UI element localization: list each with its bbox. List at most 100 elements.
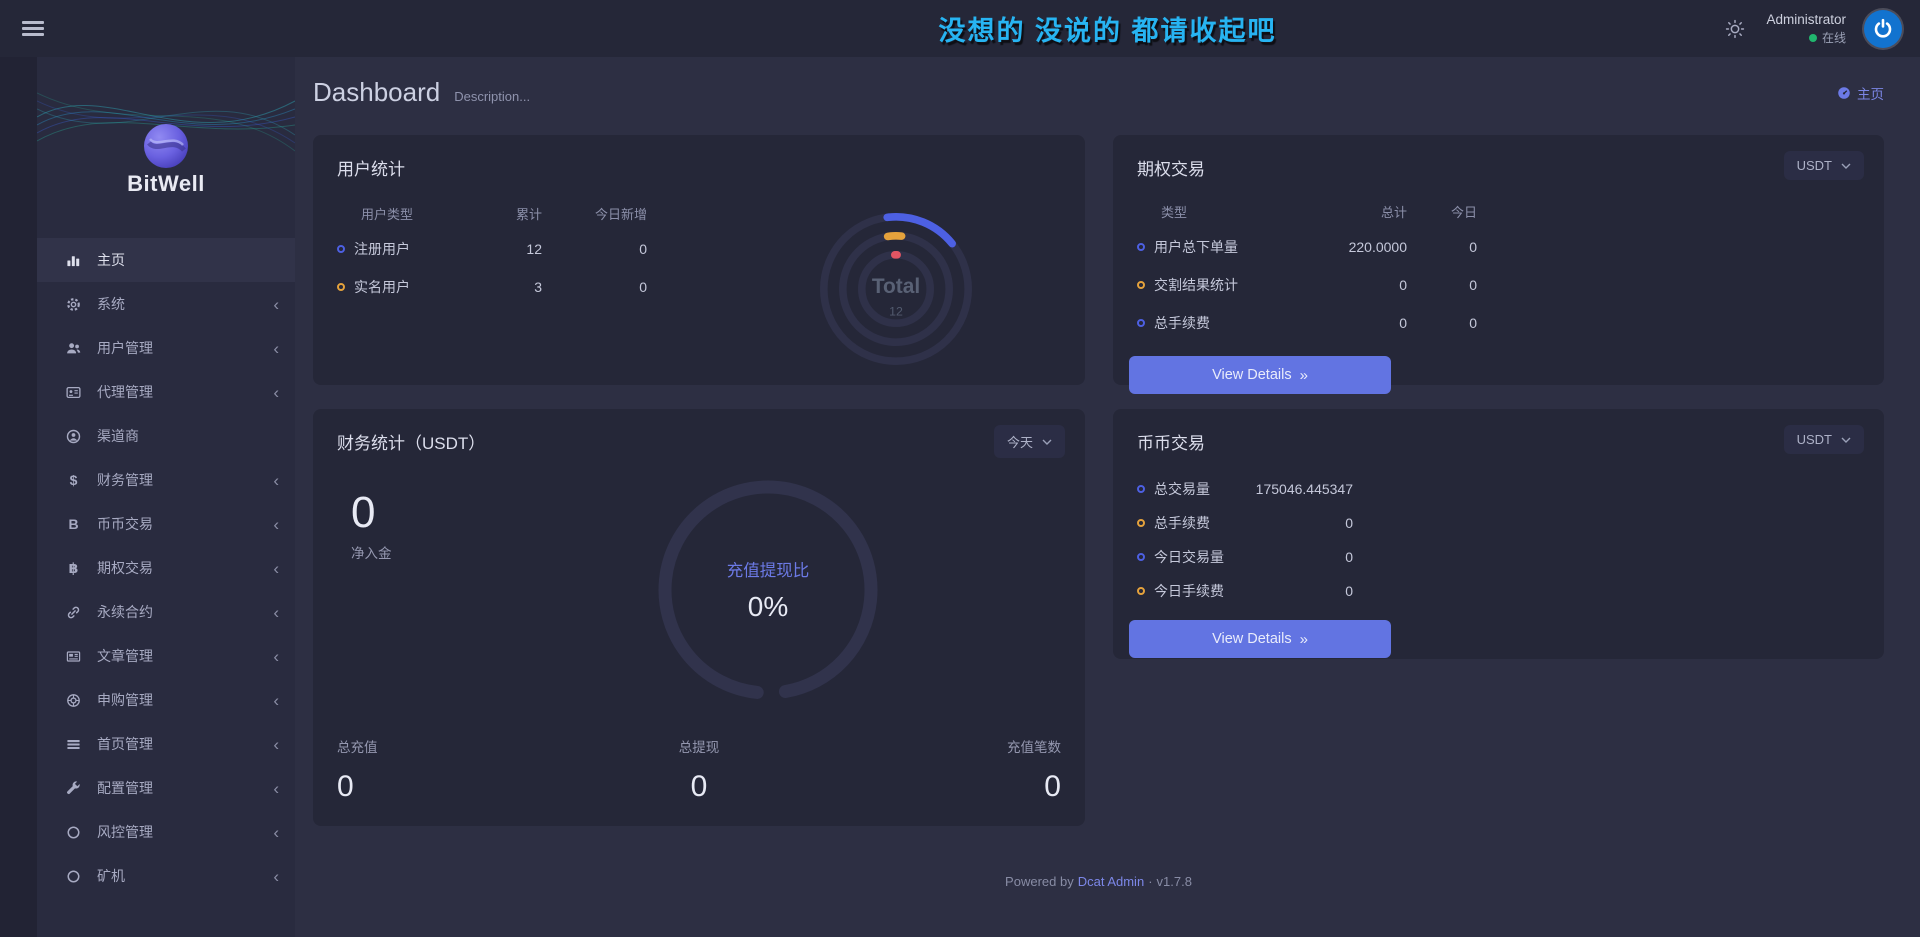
main-content: Dashboard Description... 主页 用户统计 用户类型 [295, 57, 1920, 937]
page-title: Dashboard [313, 77, 440, 108]
table-row: 实名用户 3 0 [337, 268, 647, 306]
sidebar-item-agent-mgmt[interactable]: 代理管理 ‹ [37, 370, 295, 414]
dcat-admin-link[interactable]: Dcat Admin [1078, 874, 1144, 889]
ring-icon [1137, 485, 1145, 493]
ring-icon [1137, 319, 1145, 327]
id-card-icon [65, 385, 82, 400]
chart-bar-icon [65, 253, 82, 268]
finance-stat: 总提现 0 [578, 736, 819, 804]
sidebar-item-user-mgmt[interactable]: 用户管理 ‹ [37, 326, 295, 370]
coin-trade-card: 币币交易 USDT 总交易量 175046.445347 总手续费 0 今 [1113, 409, 1884, 659]
sidebar-item-miner[interactable]: 矿机 ‹ [37, 854, 295, 898]
user-circle-icon [65, 429, 82, 444]
period-dropdown[interactable]: 今天 [994, 425, 1065, 458]
ring-icon [1137, 519, 1145, 527]
chevron-icon: ‹ [273, 296, 279, 313]
card-title: 财务统计（USDT） [337, 429, 1061, 454]
ring-icon [1137, 553, 1145, 561]
chevron-icon: ‹ [273, 868, 279, 885]
double-arrow-icon: » [1300, 367, 1308, 384]
table-row: 用户总下单量 220.0000 0 [1137, 228, 1487, 266]
chevron-icon: ‹ [273, 780, 279, 797]
table-row: 总手续费 0 0 [1137, 304, 1487, 342]
donut-center-label: Total [872, 275, 920, 298]
navbar-banner-text: 没想的 没说的 都请收起吧 [295, 9, 1920, 48]
chevron-icon: ‹ [273, 736, 279, 753]
chevron-icon: ‹ [273, 604, 279, 621]
ring-icon [1137, 281, 1145, 289]
deposit-withdraw-donut-chart [648, 470, 888, 710]
table-row: 总交易量 175046.445347 [1137, 472, 1353, 506]
top-navbar: 没想的 没说的 都请收起吧 Administrator 在线 [0, 0, 1920, 57]
sidebar-item-config-mgmt[interactable]: 配置管理 ‹ [37, 766, 295, 810]
chevron-icon: ‹ [273, 472, 279, 489]
table-row: 今日手续费 0 [1137, 574, 1353, 608]
list-icon [65, 737, 82, 752]
footer: Powered byDcat Admin·v1.7.8 [313, 874, 1884, 889]
sidebar-item-article-mgmt[interactable]: 文章管理 ‹ [37, 634, 295, 678]
option-trade-card: 期权交易 USDT 类型 总计 今日 用户总下单量 220.0000 0 [1113, 135, 1884, 385]
sidebar-item-coin-trade[interactable]: B 币币交易 ‹ [37, 502, 295, 546]
chevron-icon: ‹ [273, 824, 279, 841]
chevron-icon: ‹ [273, 692, 279, 709]
newspaper-icon [65, 649, 82, 664]
user-stats-card: 用户统计 用户类型 累计 今日新增 注册用户 12 0 [313, 135, 1085, 385]
hamburger-menu-icon[interactable] [22, 18, 44, 39]
view-details-button[interactable]: View Details » [1129, 356, 1391, 394]
option-trade-table: 类型 总计 今日 用户总下单量 220.0000 0 交割结果统计 0 0 [1137, 194, 1487, 342]
sidebar-item-home[interactable]: 主页 [37, 238, 295, 282]
breadcrumb-label: 主页 [1857, 83, 1884, 103]
table-row: 注册用户 12 0 [337, 230, 647, 268]
circle-icon [65, 825, 82, 840]
table-row: 总手续费 0 [1137, 506, 1353, 540]
chevron-down-icon [1841, 163, 1851, 169]
sidebar-item-system[interactable]: 系统 ‹ [37, 282, 295, 326]
breadcrumb[interactable]: 主页 [1837, 83, 1884, 103]
chevron-icon: ‹ [273, 384, 279, 401]
double-arrow-icon: » [1300, 631, 1308, 648]
card-title: 期权交易 [1137, 155, 1860, 180]
bitwell-logo [143, 123, 189, 169]
users-icon [65, 341, 82, 356]
user-name: Administrator [1766, 11, 1846, 29]
card-title: 币币交易 [1137, 429, 1860, 454]
coin-b-icon: B [65, 516, 82, 532]
user-stats-donut-chart: Total 12 [801, 194, 991, 384]
sidebar-item-perpetual[interactable]: 永续合约 ‹ [37, 590, 295, 634]
ring-icon [1137, 587, 1145, 595]
view-details-button[interactable]: View Details » [1129, 620, 1391, 658]
gauge-icon [1837, 86, 1851, 100]
sidebar-item-subscribe-mgmt[interactable]: 申购管理 ‹ [37, 678, 295, 722]
sidebar-item-finance-mgmt[interactable]: $ 财务管理 ‹ [37, 458, 295, 502]
left-rail [0, 57, 37, 937]
theme-sun-icon[interactable] [1722, 16, 1748, 42]
coin-trade-table: 总交易量 175046.445347 总手续费 0 今日交易量 0 今日手续费 … [1137, 472, 1353, 608]
finance-stat: 充值笔数 0 [820, 736, 1061, 804]
user-info[interactable]: Administrator 在线 [1766, 11, 1846, 45]
table-row: 今日交易量 0 [1137, 540, 1353, 574]
sidebar-item-homepage-mgmt[interactable]: 首页管理 ‹ [37, 722, 295, 766]
ring-icon [337, 245, 345, 253]
sidebar-item-risk-mgmt[interactable]: 风控管理 ‹ [37, 810, 295, 854]
bitcoin-icon: ฿ [65, 560, 82, 577]
circle-icon [65, 869, 82, 884]
ring-icon [1137, 243, 1145, 251]
sidebar-item-option-trade[interactable]: ฿ 期权交易 ‹ [37, 546, 295, 590]
user-stats-table: 用户类型 累计 今日新增 注册用户 12 0 实名用户 3 0 [337, 196, 647, 384]
wrench-icon [65, 781, 82, 796]
chevron-icon: ‹ [273, 560, 279, 577]
currency-dropdown[interactable]: USDT [1784, 151, 1864, 180]
currency-dropdown[interactable]: USDT [1784, 425, 1864, 454]
gear-icon [65, 297, 82, 312]
sidebar-menu: 主页 系统 ‹ 用户管理 ‹ 代理管理 ‹ [37, 238, 295, 898]
finance-stat: 总充值 0 [337, 736, 578, 804]
brand-area: BitWell [37, 57, 295, 238]
avatar[interactable] [1864, 10, 1902, 48]
sidebar-item-channel[interactable]: 渠道商 [37, 414, 295, 458]
chevron-icon: ‹ [273, 516, 279, 533]
donut-center-value: 12 [889, 305, 903, 319]
chevron-icon: ‹ [273, 340, 279, 357]
link-icon [65, 605, 82, 620]
finance-stats-card: 财务统计（USDT） 今天 0 净入金 充值提现比 0% [313, 409, 1085, 826]
dollar-icon: $ [65, 472, 82, 488]
